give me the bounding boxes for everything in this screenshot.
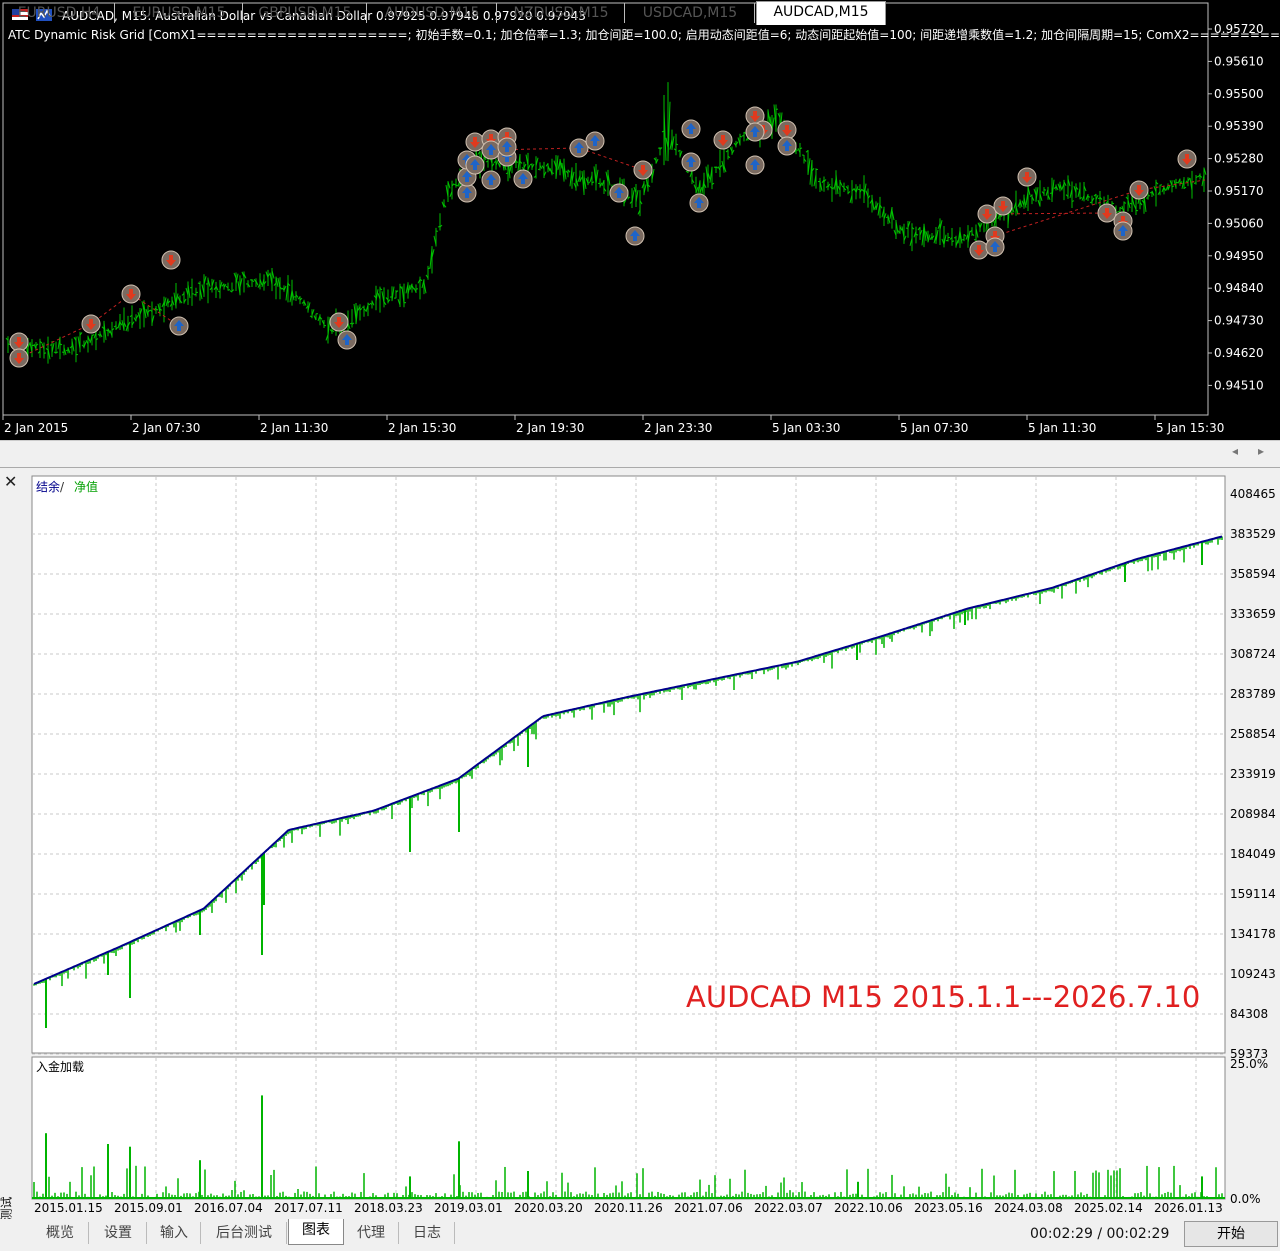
price-label: 0.94730 bbox=[1214, 314, 1264, 328]
time-label: 2 Jan 11:30 bbox=[260, 421, 328, 435]
sell-arrow-icon bbox=[1130, 181, 1148, 199]
buy-arrow-icon bbox=[458, 184, 476, 202]
time-label: 2 Jan 15:30 bbox=[388, 421, 456, 435]
sell-arrow-icon bbox=[978, 205, 996, 223]
price-label: 0.94950 bbox=[1214, 249, 1264, 263]
sell-arrow-icon bbox=[634, 161, 652, 179]
buy-arrow-icon bbox=[570, 139, 588, 157]
buy-arrow-icon bbox=[498, 138, 516, 156]
buy-arrow-icon bbox=[610, 184, 628, 202]
price-label: 0.95500 bbox=[1214, 87, 1264, 101]
buy-arrow-icon bbox=[466, 156, 484, 174]
time-label: 2 Jan 2015 bbox=[4, 421, 68, 435]
sell-arrow-icon bbox=[122, 285, 140, 303]
sell-arrow-icon bbox=[1178, 150, 1196, 168]
time-label: 2 Jan 23:30 bbox=[644, 421, 712, 435]
tab-graph[interactable]: 图表 bbox=[288, 1219, 344, 1245]
indicator-params: ATC Dynamic Risk Grid [ComX1============… bbox=[8, 27, 1280, 42]
scroll-right-icon[interactable]: ▸ bbox=[1258, 444, 1264, 458]
sell-arrow-icon bbox=[714, 131, 732, 149]
tab-backtest[interactable]: 后台测试 bbox=[202, 1222, 287, 1244]
price-label: 0.95610 bbox=[1214, 54, 1264, 68]
buy-arrow-icon bbox=[682, 153, 700, 171]
buy-arrow-icon bbox=[170, 317, 188, 335]
sell-arrow-icon bbox=[970, 241, 988, 259]
sell-arrow-icon bbox=[778, 121, 796, 139]
price-label: 0.95170 bbox=[1214, 184, 1264, 198]
sell-arrow-icon bbox=[330, 313, 348, 331]
sell-arrow-icon bbox=[994, 197, 1012, 215]
tab-audusd-m15[interactable]: AUDUSD,M15 bbox=[368, 3, 497, 23]
sell-arrow-icon bbox=[1098, 204, 1116, 222]
buy-arrow-icon bbox=[514, 170, 532, 188]
time-label: 5 Jan 07:30 bbox=[900, 421, 968, 435]
sell-arrow-icon bbox=[162, 251, 180, 269]
buy-arrow-icon bbox=[746, 123, 764, 141]
tab-agents[interactable]: 代理 bbox=[344, 1222, 399, 1244]
sell-arrow-icon bbox=[1018, 168, 1036, 186]
tab-nzdusd-m15[interactable]: NZDUSD,M15 bbox=[498, 3, 625, 23]
elapsed-timer: 00:02:29 / 00:02:29 bbox=[1030, 1226, 1180, 1242]
time-label: 2 Jan 19:30 bbox=[516, 421, 584, 435]
sell-arrow-icon bbox=[82, 315, 100, 333]
tab-journal[interactable]: 日志 bbox=[400, 1222, 455, 1244]
buy-arrow-icon bbox=[746, 156, 764, 174]
price-label: 0.94620 bbox=[1214, 346, 1264, 360]
tab-gbpusd-m15[interactable]: GBPUSD,M15 bbox=[244, 3, 367, 23]
buy-arrow-icon bbox=[986, 238, 1004, 256]
price-label: 0.95280 bbox=[1214, 152, 1264, 166]
price-label: 0.95720 bbox=[1214, 22, 1264, 36]
tab-settings[interactable]: 设置 bbox=[90, 1222, 147, 1244]
symbol-tab-bar bbox=[0, 440, 1280, 466]
price-label: 0.94510 bbox=[1214, 378, 1264, 392]
tab-eurusd-h4[interactable]: EURUSD,H4 bbox=[4, 3, 115, 23]
strategy-tester-panel bbox=[0, 467, 1280, 1251]
buy-arrow-icon bbox=[586, 132, 604, 150]
tab-audcad-m15[interactable]: AUDCAD,M15 bbox=[756, 1, 886, 25]
buy-arrow-icon bbox=[482, 171, 500, 189]
time-label: 5 Jan 15:30 bbox=[1156, 421, 1224, 435]
sell-arrow-icon bbox=[10, 349, 28, 367]
buy-arrow-icon bbox=[778, 137, 796, 155]
price-label: 0.94840 bbox=[1214, 281, 1264, 295]
buy-arrow-icon bbox=[690, 194, 708, 212]
price-label: 0.95390 bbox=[1214, 119, 1264, 133]
tab-inputs[interactable]: 输入 bbox=[148, 1222, 201, 1244]
tab-usdcad-m15[interactable]: USDCAD,M15 bbox=[626, 3, 755, 23]
tab-overview[interactable]: 概览 bbox=[32, 1222, 89, 1244]
buy-arrow-icon bbox=[1114, 222, 1132, 240]
sell-arrow-icon bbox=[10, 333, 28, 351]
buy-arrow-icon bbox=[482, 141, 500, 159]
close-icon[interactable]: ✕ bbox=[4, 472, 17, 491]
buy-arrow-icon bbox=[338, 331, 356, 349]
time-label: 2 Jan 07:30 bbox=[132, 421, 200, 435]
time-label: 5 Jan 11:30 bbox=[1028, 421, 1096, 435]
sell-arrow-icon bbox=[466, 133, 484, 151]
start-button[interactable]: 开始 bbox=[1184, 1221, 1278, 1247]
tab-eurusd-m15[interactable]: EURUSD,M15 bbox=[116, 3, 243, 23]
price-chart[interactable]: AUDCAD, M15: Australian Dollar vs Canadi… bbox=[0, 0, 1280, 440]
time-label: 5 Jan 03:30 bbox=[772, 421, 840, 435]
buy-arrow-icon bbox=[626, 227, 644, 245]
buy-arrow-icon bbox=[682, 120, 700, 138]
scroll-left-icon[interactable]: ◂ bbox=[1232, 444, 1238, 458]
price-label: 0.95060 bbox=[1214, 216, 1264, 230]
